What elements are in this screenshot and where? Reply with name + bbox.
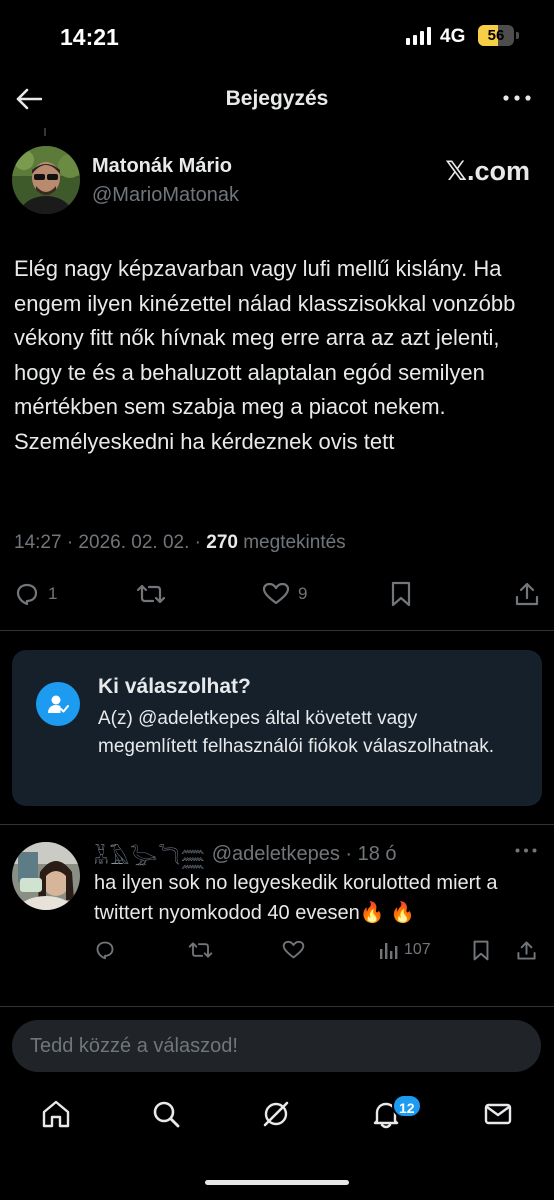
- status-bar: 14:21 4G 56: [0, 0, 554, 70]
- search-icon: [153, 1101, 180, 1128]
- repost-icon: [136, 584, 166, 604]
- share-icon: [515, 582, 539, 606]
- tab-grok[interactable]: [256, 1094, 296, 1134]
- home-icon: [42, 1100, 70, 1128]
- reply-header: 𓀡𓄿𓅬𓆓𓈗 @adeletkepes · 18 ó: [94, 838, 397, 871]
- reply-button[interactable]: 1: [14, 576, 57, 612]
- views-chart-icon: [380, 943, 398, 959]
- reply-views-button[interactable]: 107: [378, 934, 431, 966]
- like-count: 9: [298, 584, 308, 603]
- tab-home[interactable]: [36, 1094, 76, 1134]
- battery-level: 56: [487, 27, 505, 44]
- reply-avatar[interactable]: [12, 842, 80, 910]
- reply-bookmark-button[interactable]: [472, 934, 490, 966]
- bookmark-button[interactable]: [390, 576, 412, 612]
- reply-handle-time[interactable]: @adeletkepes · 18 ó: [212, 843, 397, 866]
- reply-icon: [16, 583, 38, 606]
- reply-more-button[interactable]: [514, 840, 538, 860]
- post-action-bar: 1 9: [0, 576, 554, 612]
- reply-avatar-image: [12, 842, 80, 910]
- reply-restriction-card: Ki válaszolhat? A(z) @adeletkepes által …: [12, 650, 542, 806]
- views-label: megtekintés: [237, 532, 346, 553]
- post-text: Elég nagy képzavarban vagy lufi mellű ki…: [14, 256, 516, 454]
- post-meta: 14:27 · 2026. 02. 02. · 270 megtekintés: [14, 532, 346, 554]
- status-time: 14:21: [60, 24, 119, 50]
- bookmark-icon: [473, 940, 489, 960]
- more-dots-icon: [515, 848, 537, 852]
- more-dots-icon: [503, 95, 531, 101]
- reply-input[interactable]: [30, 1020, 520, 1072]
- reply-repost-button[interactable]: [188, 934, 213, 966]
- reply-icon: [96, 941, 114, 960]
- person-check-icon: [36, 682, 80, 726]
- author-handle[interactable]: @MarioMatonak: [92, 184, 239, 207]
- page-title: Bejegyzés: [225, 87, 329, 110]
- reply-count: 1: [48, 584, 58, 603]
- reply-reply-button[interactable]: [94, 934, 116, 966]
- repost-button[interactable]: [136, 576, 174, 612]
- repost-icon: [188, 942, 213, 958]
- top-nav: Bejegyzés: [0, 70, 554, 128]
- notification-badge: 12: [392, 1094, 422, 1118]
- reply-action-bar: 107: [0, 934, 554, 966]
- grok-icon: [263, 1101, 289, 1127]
- tab-search[interactable]: [146, 1094, 186, 1134]
- bottom-tab-bar: [0, 1082, 554, 1152]
- bookmark-icon: [391, 581, 411, 607]
- battery-tip: [516, 32, 519, 39]
- reply-restriction-title: Ki válaszolhat?: [98, 675, 251, 698]
- reply-restriction-text: A(z) @adeletkepes által követett vagy me…: [98, 708, 495, 757]
- heart-icon: [282, 940, 305, 959]
- views-count[interactable]: 270: [206, 532, 238, 553]
- network-type: 4G: [440, 26, 466, 47]
- post-timestamp[interactable]: 14:27 · 2026. 02. 02. ·: [14, 532, 206, 553]
- share-button[interactable]: [514, 576, 540, 612]
- more-options-button[interactable]: [500, 84, 534, 112]
- author-name[interactable]: Matonák Mário: [92, 155, 232, 178]
- thread-connector: [44, 128, 46, 136]
- messages-icon: [484, 1103, 512, 1125]
- like-button[interactable]: 9: [262, 576, 307, 612]
- battery-icon: 56: [478, 25, 514, 46]
- heart-icon: [262, 582, 290, 605]
- reply-item[interactable]: 𓀡𓄿𓅬𓆓𓈗 @adeletkepes · 18 ó ha ilyen sok n…: [0, 830, 554, 980]
- reply-like-button[interactable]: [282, 934, 305, 966]
- divider: [0, 824, 554, 825]
- source-label: 𝕏.com: [445, 156, 530, 186]
- reply-share-button[interactable]: [516, 934, 537, 966]
- tab-messages[interactable]: [478, 1094, 518, 1134]
- divider: [0, 1006, 554, 1007]
- reply-author-name[interactable]: 𓀡𓄿𓅬𓆓𓈗: [94, 838, 206, 871]
- compose-reply-bar[interactable]: [12, 1020, 541, 1072]
- share-icon: [517, 940, 536, 960]
- reply-text: ha ilyen sok no legyeskedik korulotted m…: [94, 872, 498, 924]
- post-author: Matonák Mário @MarioMatonak 𝕏.com: [12, 146, 542, 216]
- signal-icon: [406, 27, 431, 45]
- reply-views-count: 107: [404, 941, 431, 958]
- avatar-image: [12, 146, 80, 214]
- divider: [0, 630, 554, 631]
- home-indicator[interactable]: [205, 1180, 349, 1185]
- author-avatar[interactable]: [12, 146, 80, 214]
